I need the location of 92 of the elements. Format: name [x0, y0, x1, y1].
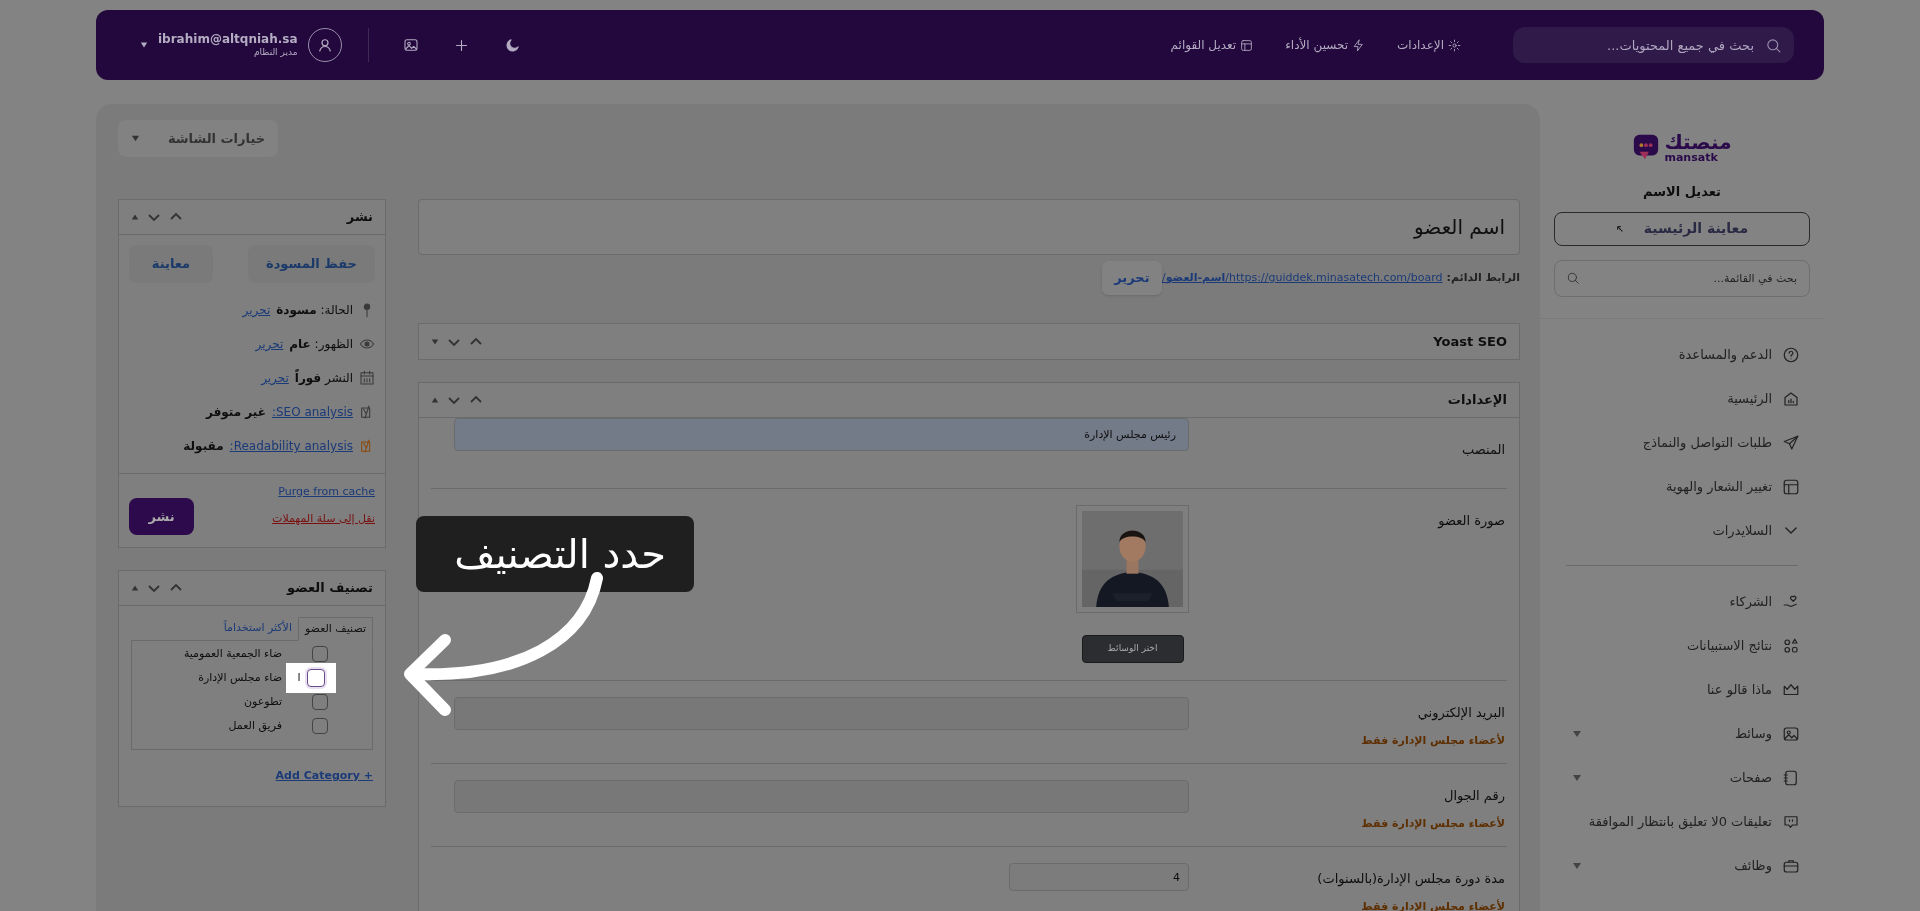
field-label: رقم الجوال — [1443, 787, 1505, 806]
edit-link[interactable]: تحرير — [261, 369, 289, 387]
title-field[interactable]: اسم العضو — [418, 199, 1520, 255]
box-title: الإعدادات — [1447, 391, 1507, 410]
layout-icon — [1240, 38, 1254, 52]
permalink-label: الرابط الدائم: — [1446, 269, 1520, 286]
shapes-icon — [1782, 636, 1800, 655]
sidebar-item[interactable]: ماذا قالو عنا — [1554, 667, 1810, 712]
search-field[interactable]: بحث في القائمة... — [1554, 259, 1810, 297]
category-label: ضاء الجمعية العمومية — [183, 645, 282, 662]
meta-value: مقبولة — [183, 438, 224, 455]
paper-plane-icon — [1782, 433, 1800, 452]
sidebar-item[interactable]: الرئيسية — [1554, 376, 1810, 421]
nav-link[interactable]: تحسين الأداء — [1285, 36, 1366, 54]
box-title: نشر — [346, 208, 373, 227]
arrow-icon — [1615, 224, 1624, 233]
field-label: المنصب — [1460, 441, 1505, 459]
caret-down-icon[interactable] — [130, 134, 140, 143]
nav-link[interactable]: الإعدادات — [1397, 36, 1461, 54]
search-field[interactable]: بحث في جميع المحتويات... — [1513, 27, 1794, 63]
layout-icon — [1782, 477, 1800, 496]
tab[interactable]: الأكثر استخداماً — [217, 616, 298, 640]
edit-link[interactable]: تحرير — [242, 301, 271, 319]
user-email: ibrahim@altqniah.sa — [158, 31, 298, 47]
text-field[interactable]: رئيس مجلس الإدارة — [454, 418, 1189, 451]
field-note: لأعضاء مجلس الإدارة فقط — [1360, 732, 1505, 749]
field-label: مدة دورة مجلس الإدارة(بالسنوات) — [1316, 870, 1505, 889]
sidebar-item[interactable]: وظائف — [1554, 843, 1810, 888]
sidebar-item[interactable]: صفحات — [1554, 755, 1810, 800]
sidebar-item[interactable]: تغيير الشعار والهوية — [1554, 464, 1810, 509]
callout-text: حدد التصنيف — [454, 534, 666, 574]
sidebar-item[interactable]: الشركاء — [1554, 579, 1810, 624]
meta-value: غير متوفر — [206, 404, 266, 421]
lightning-icon — [1352, 38, 1366, 52]
box-title: Yoast SEO — [1433, 332, 1507, 351]
field-label: صورة العضو — [1436, 512, 1505, 531]
checkbox[interactable] — [312, 718, 328, 734]
notebook-icon — [1782, 768, 1800, 787]
edit-button[interactable]: تحرير — [1101, 261, 1162, 295]
page-title: تعديل الاسم — [1642, 183, 1722, 201]
calendar-icon — [359, 370, 375, 386]
category-label: فريق العمل — [228, 717, 282, 734]
search-icon — [1765, 37, 1782, 54]
save-draft-button[interactable]: حفظ المسودة — [248, 245, 375, 283]
checkbox[interactable] — [306, 669, 325, 687]
triangle-up-icon[interactable] — [431, 396, 439, 404]
box-title: تصنيف العضو — [287, 579, 373, 598]
number-field[interactable]: 4 — [1009, 863, 1189, 891]
triangle-up-icon[interactable] — [131, 584, 139, 592]
logo-text: منصتك — [1664, 131, 1732, 152]
meta-text: الحالة: مسودة — [276, 302, 353, 319]
logo-text: mansatk — [1664, 151, 1718, 163]
publish-button[interactable]: نشر — [129, 498, 194, 535]
caret-down-icon[interactable] — [140, 41, 148, 49]
moon-icon[interactable] — [503, 36, 521, 54]
choose-media-button[interactable]: اختر الوسائط — [1081, 635, 1184, 663]
settings-icon — [1448, 38, 1461, 52]
sidebar-item[interactable]: الدعم والمساعدة — [1554, 332, 1810, 377]
category-label: ضاء مجلس الإدارة — [198, 669, 282, 686]
logo-icon — [1632, 133, 1661, 161]
field-note: لأعضاء مجلس الإدارة فقط — [1360, 815, 1505, 832]
user-role: مدير النظام — [253, 46, 298, 59]
meta-text: النشر فوراً — [294, 369, 353, 387]
sidebar-item[interactable]: نتائج الاستبيانات — [1554, 623, 1810, 668]
tab[interactable]: تصنيف العضو — [297, 617, 373, 641]
add-category-link[interactable]: + Add Category — [275, 769, 373, 782]
meta-text: الظهور: عام — [289, 336, 353, 353]
field-label: البريد الإلكتروني — [1416, 704, 1505, 723]
eye-icon — [359, 336, 375, 352]
category-label: تطوعون — [243, 693, 282, 710]
analysis-link[interactable]: SEO analysis: — [271, 403, 353, 421]
checkbox[interactable] — [312, 694, 328, 710]
sidebar-item[interactable]: طلبات التواصل والنماذج — [1554, 420, 1810, 465]
image-icon[interactable] — [402, 37, 419, 53]
search-icon — [1566, 270, 1580, 285]
analysis-link[interactable]: Readability analysis: — [229, 437, 353, 455]
image-icon — [1782, 724, 1800, 743]
sidebar-item[interactable]: السلايدرات — [1554, 508, 1810, 553]
label-fragment: ا — [297, 669, 301, 686]
preview-button[interactable]: معاينة الرئيسية — [1554, 211, 1810, 246]
help-icon — [1782, 345, 1800, 364]
nav-link[interactable]: تعديل القوائم — [1170, 36, 1254, 54]
triangle-up-icon[interactable] — [131, 213, 139, 221]
preview-button[interactable]: معاينة — [129, 245, 213, 283]
screen-options-button[interactable]: خيارات الشاشة — [118, 120, 278, 157]
trash-link[interactable]: نقل إلى سلة المهملات — [272, 510, 375, 527]
sidebar-item[interactable]: وسائط — [1554, 711, 1810, 756]
sidebar-item[interactable]: تعليقات 0لا تعليق بانتظار الموافقة — [1554, 799, 1810, 844]
checkbox[interactable] — [312, 646, 328, 662]
edit-link[interactable]: تحرير — [255, 335, 284, 353]
chevron-down-icon — [1785, 527, 1797, 534]
purge-cache-link[interactable]: Purge from cache — [272, 484, 375, 501]
